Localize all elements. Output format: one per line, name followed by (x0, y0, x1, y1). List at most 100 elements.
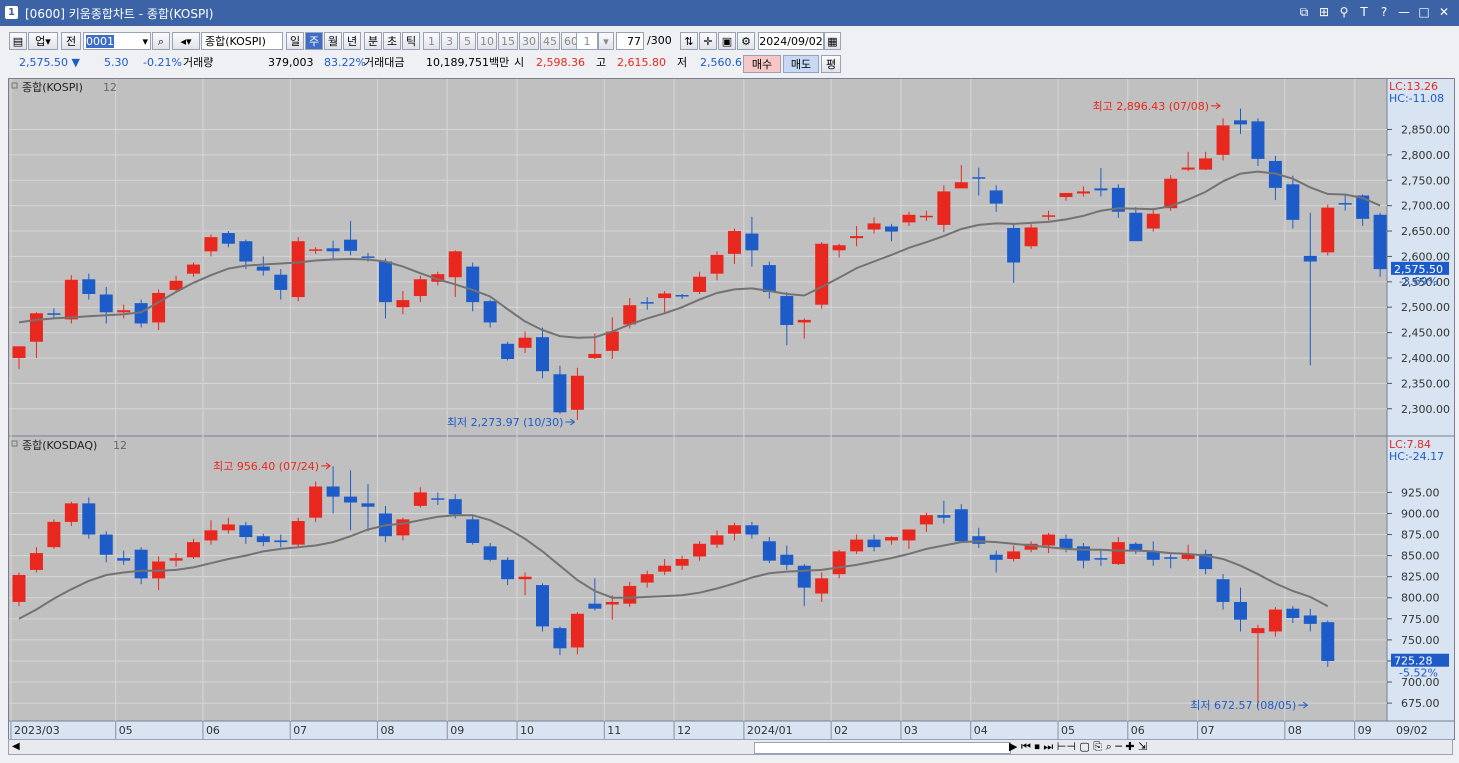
close-icon[interactable]: ✕ (1437, 4, 1451, 20)
buy-button[interactable]: 매수 (743, 55, 781, 73)
unit-input[interactable]: 1 (576, 32, 598, 50)
candle-body (1251, 121, 1265, 159)
chart-scrollbar[interactable]: ◀ ▶ ⏮ ⏹ ⏭ ⊢⊣ ▢ ⎘ ⌕ ─ ✚ ⇲ (8, 739, 1453, 755)
x-tick-label: 2023/03 (14, 724, 60, 737)
tab-second[interactable]: 초 (383, 32, 401, 50)
code-input[interactable]: 0001 ▾ (83, 32, 151, 50)
candle-body (274, 274, 288, 290)
candle-body (605, 601, 619, 605)
eval-button[interactable]: 평 (821, 55, 841, 73)
candle-body (832, 245, 846, 251)
candle-body (797, 565, 811, 588)
x-tick-label: 09 (450, 724, 464, 737)
minute-15[interactable]: 15 (498, 32, 518, 50)
settings-icon[interactable]: ⚙ (737, 32, 755, 50)
open-label: 시 (514, 56, 525, 69)
candle-body (570, 375, 584, 410)
y-tick-label: 775.00 (1401, 613, 1440, 626)
market-select[interactable]: 업▾ (28, 32, 58, 50)
candle-body (99, 294, 113, 313)
prev-code-icon[interactable]: ◂▾ (172, 32, 200, 50)
candle-body (902, 214, 916, 223)
minute-30[interactable]: 30 (519, 32, 539, 50)
chart-area[interactable]: 2,850.00 2,800.00 2,750.00 2,700.00 2,650.00… (8, 78, 1455, 740)
y-tick-label: 850.00 (1401, 550, 1440, 563)
candle-body (850, 539, 864, 552)
candle-body (815, 578, 829, 594)
candle-body (82, 279, 96, 294)
code-dropdown-icon[interactable]: ▾ (142, 33, 150, 51)
candle-body (1129, 212, 1143, 242)
candle-body (518, 337, 532, 348)
market2-button[interactable]: 전 (61, 32, 81, 50)
minute-45[interactable]: 45 (540, 32, 560, 50)
tab-minute[interactable]: 분 (364, 32, 382, 50)
tab-year[interactable]: 년 (343, 32, 361, 50)
minute-10[interactable]: 10 (477, 32, 497, 50)
help-icon[interactable]: ? (1377, 4, 1391, 20)
minute-5[interactable]: 5 (459, 32, 476, 50)
candle-body (1286, 608, 1300, 618)
sell-button[interactable]: 매도 (783, 55, 819, 73)
candle-body (448, 251, 462, 278)
candle-body (1024, 227, 1038, 247)
x-tick-label: 07 (1201, 724, 1215, 737)
y-tick-label: 2,500.00 (1401, 301, 1450, 314)
candle-body (413, 492, 427, 506)
scroll-left-icon[interactable]: ◀ (12, 740, 20, 754)
candle-body (1251, 628, 1265, 634)
candle-body (291, 241, 305, 298)
x-tick-label: 05 (1061, 724, 1075, 737)
crosshair-icon[interactable]: ✛ (699, 32, 717, 50)
volume-value: 379,003 (268, 56, 314, 69)
candle-body (1199, 158, 1213, 170)
ma-period-label: 12 (113, 439, 127, 452)
tab-month[interactable]: 월 (324, 32, 342, 50)
pin-icon[interactable]: ⚲ (1337, 4, 1351, 20)
link-icon[interactable]: ⧉ (1297, 4, 1311, 20)
layout-icon[interactable]: ▤ (9, 32, 27, 50)
tab-tick[interactable]: 틱 (402, 32, 420, 50)
count-input[interactable]: 77 (616, 32, 644, 50)
y-tick-label: 925.00 (1401, 486, 1440, 499)
x-tick-label: 04 (974, 724, 988, 737)
candle-body (710, 535, 724, 545)
compare-icon[interactable]: ⇅ (680, 32, 698, 50)
candle-body (1076, 191, 1090, 194)
candle-body (675, 295, 689, 297)
search-icon[interactable]: ⌕ (152, 32, 170, 50)
navigation-icons[interactable]: ▶ ⏮ ⏹ ⏭ ⊢⊣ ▢ ⎘ ⌕ ─ ✚ ⇲ (1009, 740, 1147, 754)
minute-3[interactable]: 3 (441, 32, 458, 50)
candle-body (361, 503, 375, 507)
price-value: 2,575.50 (19, 56, 68, 69)
scroll-thumb[interactable] (754, 742, 1011, 754)
x-tick-label: 07 (293, 724, 307, 737)
group-icon[interactable]: ⊞ (1317, 4, 1331, 20)
unit-dropdown-icon[interactable]: ▾ (598, 32, 614, 50)
candle-body (605, 331, 619, 351)
candle-body (1042, 534, 1056, 546)
minute-1[interactable]: 1 (423, 32, 440, 50)
candle-body (1216, 579, 1230, 602)
candle-body (727, 231, 741, 254)
maximize-icon[interactable]: □ (1417, 4, 1431, 20)
save-icon[interactable]: ▣ (718, 32, 736, 50)
tab-week[interactable]: 주 (305, 32, 323, 50)
candle-body (1059, 192, 1073, 198)
calendar-icon[interactable]: ▦ (824, 32, 841, 50)
window-controls: ⧉ ⊞ ⚲ T ? — □ ✕ (1297, 4, 1451, 20)
candle-body (1234, 120, 1247, 125)
font-icon[interactable]: T (1357, 4, 1371, 20)
high-value: 2,615.80 (617, 56, 666, 69)
minimize-icon[interactable]: — (1397, 4, 1411, 20)
candle-body (570, 613, 584, 648)
chart-svg[interactable]: 2,850.00 2,800.00 2,750.00 2,700.00 2,650.00… (9, 79, 1454, 739)
candle-body (82, 503, 96, 535)
x-tick-label: 10 (520, 724, 534, 737)
low-value: 2,560.6 (700, 56, 742, 69)
tab-day[interactable]: 일 (286, 32, 304, 50)
down-arrow-icon: ▼ (71, 56, 80, 69)
candle-body (221, 233, 235, 244)
candle-body (12, 574, 26, 602)
date-input[interactable]: 2024/09/02 (758, 32, 824, 50)
